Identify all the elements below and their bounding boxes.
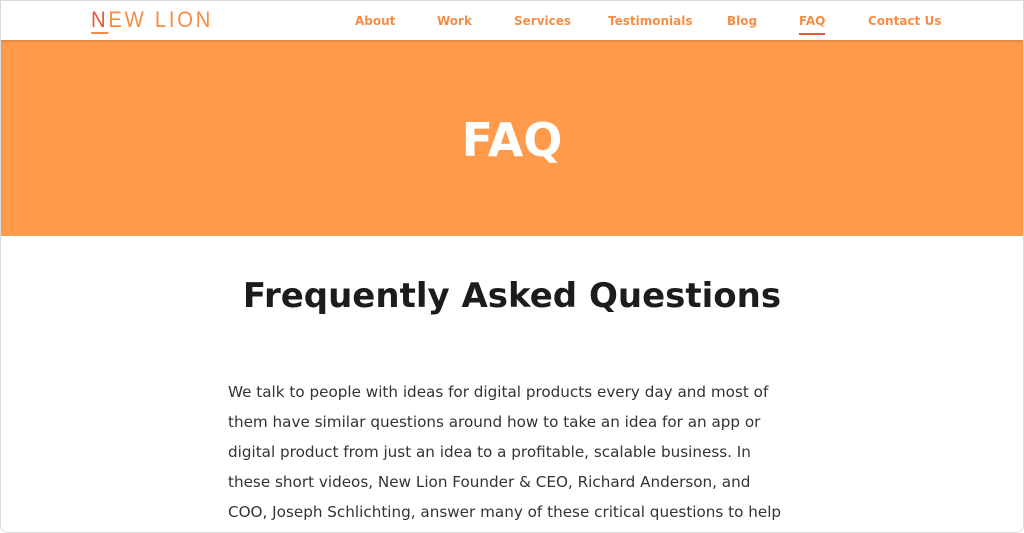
faq-intro-paragraph: We talk to people with ideas for digital… bbox=[228, 377, 788, 527]
hero-title: FAQ bbox=[461, 113, 563, 167]
nav-work-link[interactable]: Work bbox=[437, 13, 472, 29]
nav-testimonials-link[interactable]: Testimonials bbox=[608, 13, 692, 29]
new-lion-logo[interactable]: NEW LION bbox=[91, 7, 214, 34]
intro-line: them have similar questions around how t… bbox=[228, 413, 761, 431]
faq-heading: Frequently Asked Questions bbox=[242, 276, 782, 316]
faq-content: Frequently Asked Questions We talk to pe… bbox=[1, 236, 1023, 532]
logo-text: EW LION bbox=[108, 7, 214, 32]
site-header: NEW LION About Work Services Testimonial… bbox=[1, 1, 1023, 40]
intro-line: digital product from just an idea to a p… bbox=[228, 443, 751, 461]
nav-faq-link[interactable]: FAQ bbox=[799, 13, 826, 35]
nav-blog-link[interactable]: Blog bbox=[727, 13, 757, 29]
logo-initial: N bbox=[91, 7, 109, 34]
browser-viewport: NEW LION About Work Services Testimonial… bbox=[0, 0, 1024, 533]
nav-about-link[interactable]: About bbox=[355, 13, 395, 29]
intro-line: COO, Joseph Schlichting, answer many of … bbox=[228, 503, 782, 521]
intro-line: these short videos, New Lion Founder & C… bbox=[228, 473, 751, 491]
nav-contact-us-link[interactable]: Contact Us bbox=[868, 13, 941, 29]
hero-banner: FAQ bbox=[1, 40, 1023, 236]
intro-line: We talk to people with ideas for digital… bbox=[228, 383, 769, 401]
nav-services-link[interactable]: Services bbox=[514, 13, 571, 29]
